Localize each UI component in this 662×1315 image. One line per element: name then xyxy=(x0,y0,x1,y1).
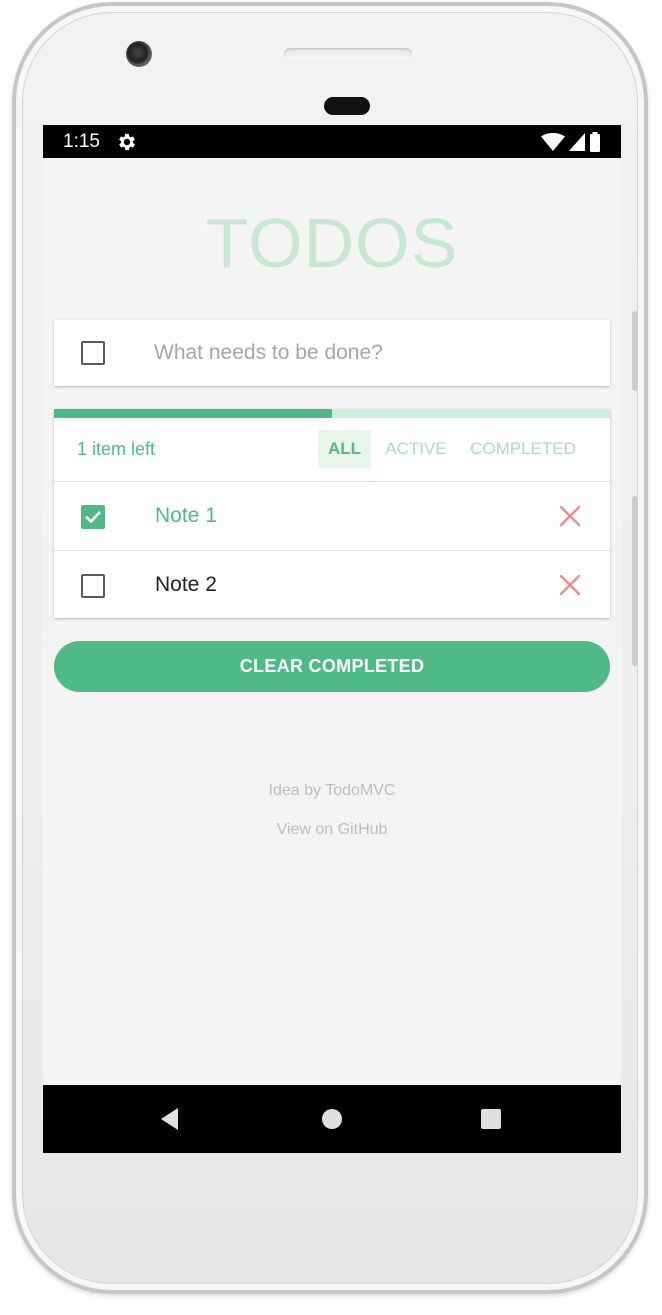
filter-active[interactable]: ACTIVE xyxy=(378,430,454,468)
checkmark-icon xyxy=(85,511,101,524)
gear-icon xyxy=(119,133,135,151)
filter-completed[interactable]: COMPLETED xyxy=(464,430,582,468)
delete-icon[interactable] xyxy=(558,573,582,597)
wifi-icon xyxy=(541,133,565,151)
proximity-sensor xyxy=(324,97,370,115)
back-icon[interactable] xyxy=(157,1106,183,1132)
device-screen: 1:15 TODOS 1 item left ALL ACTIVE xyxy=(43,125,621,1153)
todo-checkbox[interactable] xyxy=(81,574,105,598)
cell-signal-icon xyxy=(569,133,585,151)
side-button xyxy=(632,496,638,666)
github-link[interactable]: View on GitHub xyxy=(43,821,621,839)
items-left-count: 1 item left xyxy=(77,439,156,459)
front-camera xyxy=(126,41,152,67)
volume-button xyxy=(632,311,638,391)
footer-idea-text: Idea by TodoMVC xyxy=(268,782,396,799)
delete-icon[interactable] xyxy=(558,504,582,528)
earpiece-speaker xyxy=(284,48,412,60)
new-todo-input[interactable] xyxy=(154,336,584,370)
status-icons xyxy=(541,132,601,152)
todo-label[interactable]: Note 1 xyxy=(155,504,217,528)
filter-all[interactable]: ALL xyxy=(318,430,371,468)
progress-bar-fill xyxy=(54,409,332,418)
clear-completed-button[interactable]: CLEAR COMPLETED xyxy=(54,641,610,692)
status-bar: 1:15 xyxy=(43,125,621,158)
home-icon[interactable] xyxy=(319,1106,345,1132)
toggle-all-checkbox[interactable] xyxy=(81,341,105,365)
new-todo-card xyxy=(54,320,610,386)
todo-checkbox-checked[interactable] xyxy=(81,505,105,529)
todo-list-card: 1 item left ALL ACTIVE COMPLETED Note 1 … xyxy=(54,409,610,618)
todo-label[interactable]: Note 2 xyxy=(155,573,217,597)
battery-icon xyxy=(590,132,600,152)
status-time: 1:15 xyxy=(63,131,100,152)
navigation-bar xyxy=(43,1085,621,1153)
app-title: TODOS xyxy=(205,204,459,282)
recents-icon[interactable] xyxy=(478,1106,504,1132)
progress-bar xyxy=(54,409,610,418)
todo-item: Note 1 xyxy=(54,482,610,550)
todo-item: Note 2 xyxy=(54,551,610,619)
